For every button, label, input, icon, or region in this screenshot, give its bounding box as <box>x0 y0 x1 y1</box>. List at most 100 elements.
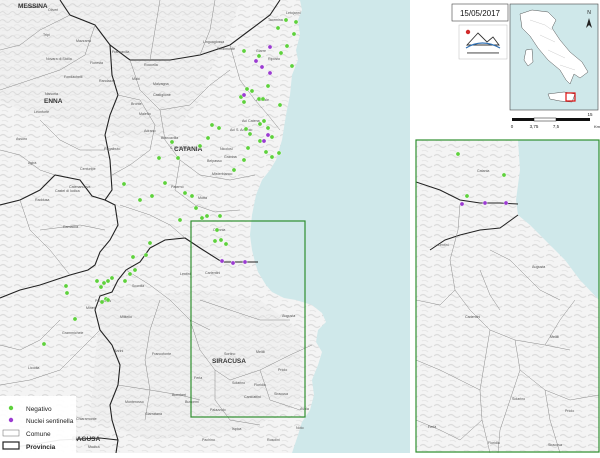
nuclei-sentinella-point[interactable] <box>265 132 271 138</box>
negativo-point[interactable] <box>223 241 229 247</box>
negativo-point[interactable] <box>269 154 275 160</box>
negativo-point[interactable] <box>464 193 470 199</box>
negativo-point[interactable] <box>199 215 205 221</box>
negativo-point[interactable] <box>278 50 284 56</box>
date-label: 15/05/2017 <box>460 9 501 18</box>
detail-inset[interactable]: Catania Lentini Augusta Carlentini Melilli… <box>415 139 600 453</box>
negativo-point[interactable] <box>260 96 266 102</box>
negativo-point[interactable] <box>209 122 215 128</box>
svg-text:Catania: Catania <box>477 169 489 173</box>
negativo-point[interactable] <box>244 86 250 92</box>
negativo-point[interactable] <box>261 118 267 124</box>
negativo-point[interactable] <box>182 190 188 196</box>
negativo-point[interactable] <box>263 149 269 155</box>
negativo-point[interactable] <box>275 25 281 31</box>
negativo-point[interactable] <box>63 283 69 289</box>
negativo-point[interactable] <box>265 125 271 131</box>
town-label: Riposto <box>268 57 280 61</box>
negativo-point[interactable] <box>218 237 224 243</box>
negativo-point[interactable] <box>216 125 222 131</box>
negativo-point[interactable] <box>241 48 247 54</box>
town-label: Siracusa <box>274 392 288 396</box>
negativo-point[interactable] <box>72 316 78 322</box>
negativo-point[interactable] <box>101 280 107 286</box>
negativo-point[interactable] <box>293 19 299 25</box>
negativo-point[interactable] <box>41 341 47 347</box>
negativo-point[interactable] <box>247 131 253 137</box>
negativo-point[interactable] <box>98 284 104 290</box>
main-map[interactable]: MESSINA ENNA CATANIA SIRACUSA RAGUSA Fal… <box>0 0 410 454</box>
negativo-point[interactable] <box>269 134 275 140</box>
negativo-point[interactable] <box>256 96 262 102</box>
negativo-point[interactable] <box>256 53 262 59</box>
negativo-point[interactable] <box>175 155 181 161</box>
negativo-point[interactable] <box>143 252 149 258</box>
negativo-point[interactable] <box>147 240 153 246</box>
town-label: Palazzolo <box>210 408 226 412</box>
negativo-point[interactable] <box>243 126 249 132</box>
negativo-point[interactable] <box>455 151 461 157</box>
negativo-point[interactable] <box>137 197 143 203</box>
nuclei-sentinella-point[interactable] <box>219 258 225 264</box>
negativo-point[interactable] <box>283 17 289 23</box>
nuclei-sentinella-point[interactable] <box>503 200 509 206</box>
negativo-point[interactable] <box>204 213 210 219</box>
negativo-point[interactable] <box>162 180 168 186</box>
negativo-point[interactable] <box>245 145 251 151</box>
svg-text:Floridia: Floridia <box>488 441 500 445</box>
negativo-point[interactable] <box>257 121 263 127</box>
negativo-point[interactable] <box>169 139 175 145</box>
negativo-point[interactable] <box>289 63 295 69</box>
negativo-point[interactable] <box>265 83 271 89</box>
nuclei-sentinella-point[interactable] <box>259 64 265 70</box>
legend-provincia-label: Provincia <box>26 444 56 451</box>
negativo-point[interactable] <box>189 193 195 199</box>
town-label: Mazzarrà <box>76 39 91 43</box>
town-label: Oliveri <box>48 8 58 12</box>
town-label: Taormina <box>268 18 283 22</box>
negativo-point[interactable] <box>249 88 255 94</box>
nuclei-sentinella-point[interactable] <box>267 44 273 50</box>
negativo-point[interactable] <box>177 217 183 223</box>
town-label: S. M. Licodia <box>170 146 191 150</box>
negativo-point[interactable] <box>109 275 115 281</box>
negativo-point[interactable] <box>197 143 203 149</box>
nuclei-sentinella-point[interactable] <box>267 70 273 76</box>
overview-inset[interactable]: N <box>509 3 599 111</box>
legend-nuclei-label: Nuclei sentinella <box>26 418 74 425</box>
negativo-point[interactable] <box>105 278 111 284</box>
negativo-point[interactable] <box>205 135 211 141</box>
negativo-point[interactable] <box>64 290 70 296</box>
negativo-point[interactable] <box>284 43 290 49</box>
negativo-point[interactable] <box>193 205 199 211</box>
nuclei-sentinella-point[interactable] <box>261 138 267 144</box>
nuclei-sentinella-point[interactable] <box>230 260 236 266</box>
negativo-point[interactable] <box>105 297 111 303</box>
negativo-point[interactable] <box>156 155 162 161</box>
negativo-point[interactable] <box>127 271 133 277</box>
negativo-point[interactable] <box>217 213 223 219</box>
negativo-point[interactable] <box>94 278 100 284</box>
negativo-point[interactable] <box>214 227 220 233</box>
negativo-point[interactable] <box>121 181 127 187</box>
negativo-point[interactable] <box>277 102 283 108</box>
negativo-point[interactable] <box>241 99 247 105</box>
negativo-point[interactable] <box>241 157 247 163</box>
nuclei-sentinella-point[interactable] <box>242 259 248 265</box>
negativo-point[interactable] <box>132 267 138 273</box>
negativo-point[interactable] <box>149 193 155 199</box>
nuclei-sentinella-point[interactable] <box>241 92 247 98</box>
nuclei-sentinella-point[interactable] <box>253 58 259 64</box>
negativo-point[interactable] <box>291 31 297 37</box>
negativo-point[interactable] <box>501 172 507 178</box>
negativo-point[interactable] <box>231 167 237 173</box>
negativo-point[interactable] <box>99 299 105 305</box>
negativo-point[interactable] <box>122 278 128 284</box>
negativo-point[interactable] <box>212 238 218 244</box>
nuclei-sentinella-point[interactable] <box>482 200 488 206</box>
negativo-point[interactable] <box>130 254 136 260</box>
nuclei-sentinella-point[interactable] <box>459 201 465 207</box>
town-label: Falcone <box>27 5 40 9</box>
negativo-point[interactable] <box>257 138 263 144</box>
negativo-point[interactable] <box>276 150 282 156</box>
